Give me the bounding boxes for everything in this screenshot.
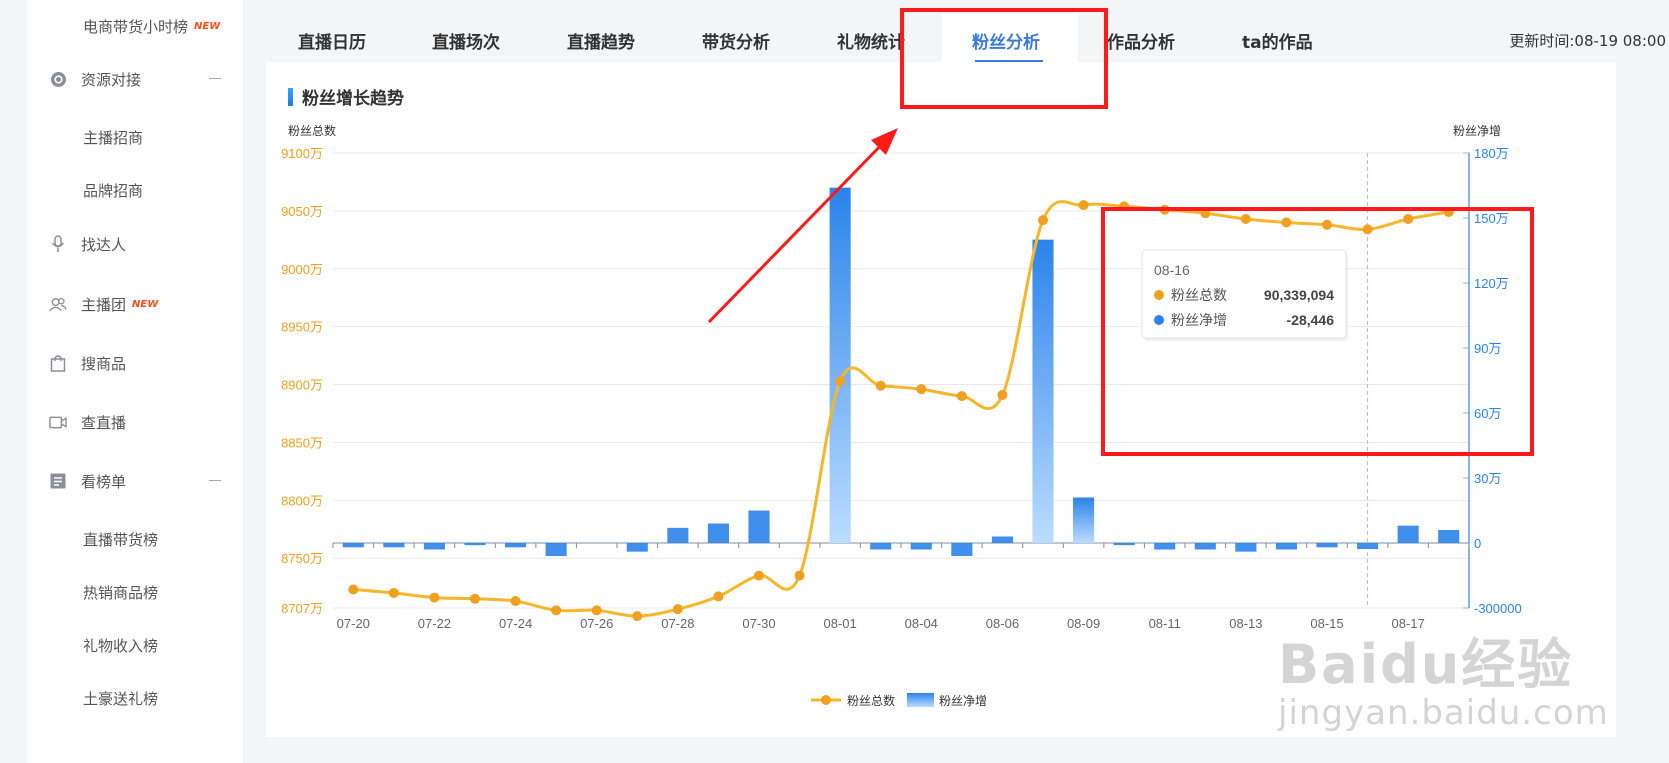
annotation-arrow-shaft (707, 135, 891, 324)
annotation-arrow (707, 128, 898, 324)
